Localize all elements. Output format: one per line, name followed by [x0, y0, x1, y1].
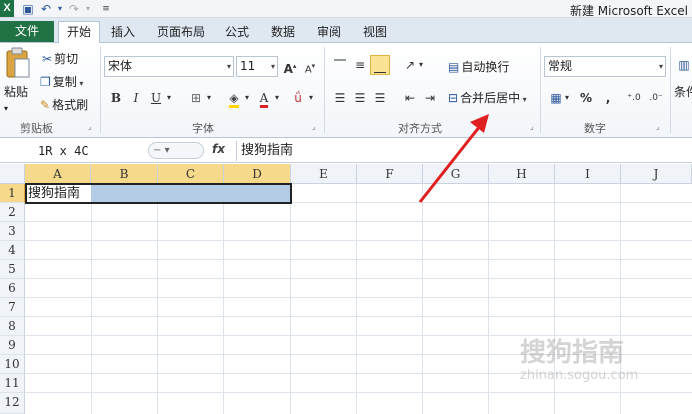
watermark-logo: 搜狗指南: [520, 338, 625, 368]
watermark-url: zhinan.sogou.com: [520, 368, 639, 383]
